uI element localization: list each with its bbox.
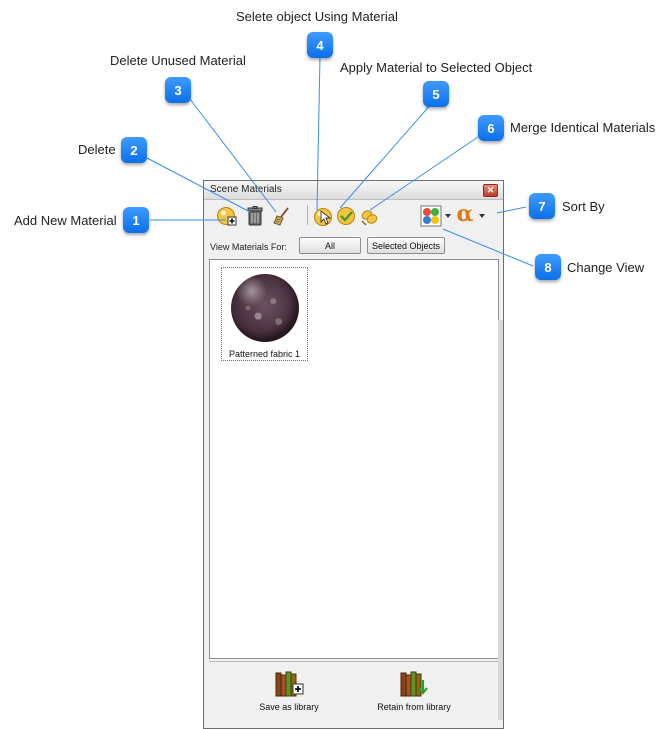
books-save-icon [275,671,304,697]
merge-materials-button[interactable] [358,205,380,227]
material-name: Patterned fabric 1 [228,349,301,359]
note-merge-identical: Merge Identical Materials [510,120,656,135]
title-bar[interactable]: Scene Materials ✕ [204,181,503,200]
retain-from-library-button[interactable]: Retain from library [359,666,469,722]
close-button[interactable]: ✕ [483,184,498,197]
callout-8: 8 [535,254,561,280]
select-by-material-button[interactable] [312,205,334,227]
library-footer: Save as library Retain from library [209,661,499,724]
delete-unused-button[interactable] [271,205,293,227]
note-apply-material: Apply Material to Selected Object [340,60,533,75]
save-as-library-button[interactable]: Save as library [234,666,344,722]
retain-from-library-label: Retain from library [377,702,451,712]
toolbar-separator [307,205,308,225]
note-add-new-material: Add New Material [14,213,117,228]
filter-all-button[interactable]: All [299,237,361,254]
callout-7: 7 [529,193,555,219]
note-delete: Delete [78,142,116,157]
change-view-button[interactable] [420,205,442,227]
note-select-object: Selete object Using Material [236,9,398,24]
sort-by-button[interactable]: α [454,203,476,225]
view-materials-label: View Materials For: [210,242,287,252]
callout-4: 4 [307,32,333,58]
save-as-library-label: Save as library [259,702,319,712]
panel-right-edge [498,320,503,720]
broom-icon [273,207,289,226]
material-tile[interactable]: Patterned fabric 1 [221,267,308,361]
callout-1: 1 [123,207,149,233]
delete-button[interactable] [244,205,266,227]
add-material-button[interactable] [216,205,238,227]
callout-5: 5 [423,81,449,107]
sort-alpha-icon: α [456,201,474,227]
sort-by-dropdown-arrow[interactable] [479,214,485,218]
callout-2: 2 [121,137,147,163]
change-view-dropdown-arrow[interactable] [445,214,451,218]
books-retain-icon [400,671,428,697]
merge-icon [361,210,378,226]
note-delete-unused: Delete Unused Material [110,53,246,68]
material-list[interactable]: Patterned fabric 1 [209,259,499,659]
callout-3: 3 [165,77,191,103]
note-change-view: Change View [567,260,645,275]
filter-selected-objects-button[interactable]: Selected Objects [367,237,445,254]
scene-materials-window: Scene Materials ✕ α View Materials For: … [203,180,504,729]
callout-6: 6 [478,115,504,141]
trash-icon [247,206,263,226]
select-by-material-icon [314,208,332,226]
change-view-icon [420,205,442,227]
note-sort-by: Sort By [562,199,605,214]
apply-material-button[interactable] [335,205,357,227]
apply-check-icon [337,207,355,225]
window-title: Scene Materials [210,184,282,195]
add-material-icon [217,207,237,226]
material-preview-sphere [231,274,299,342]
